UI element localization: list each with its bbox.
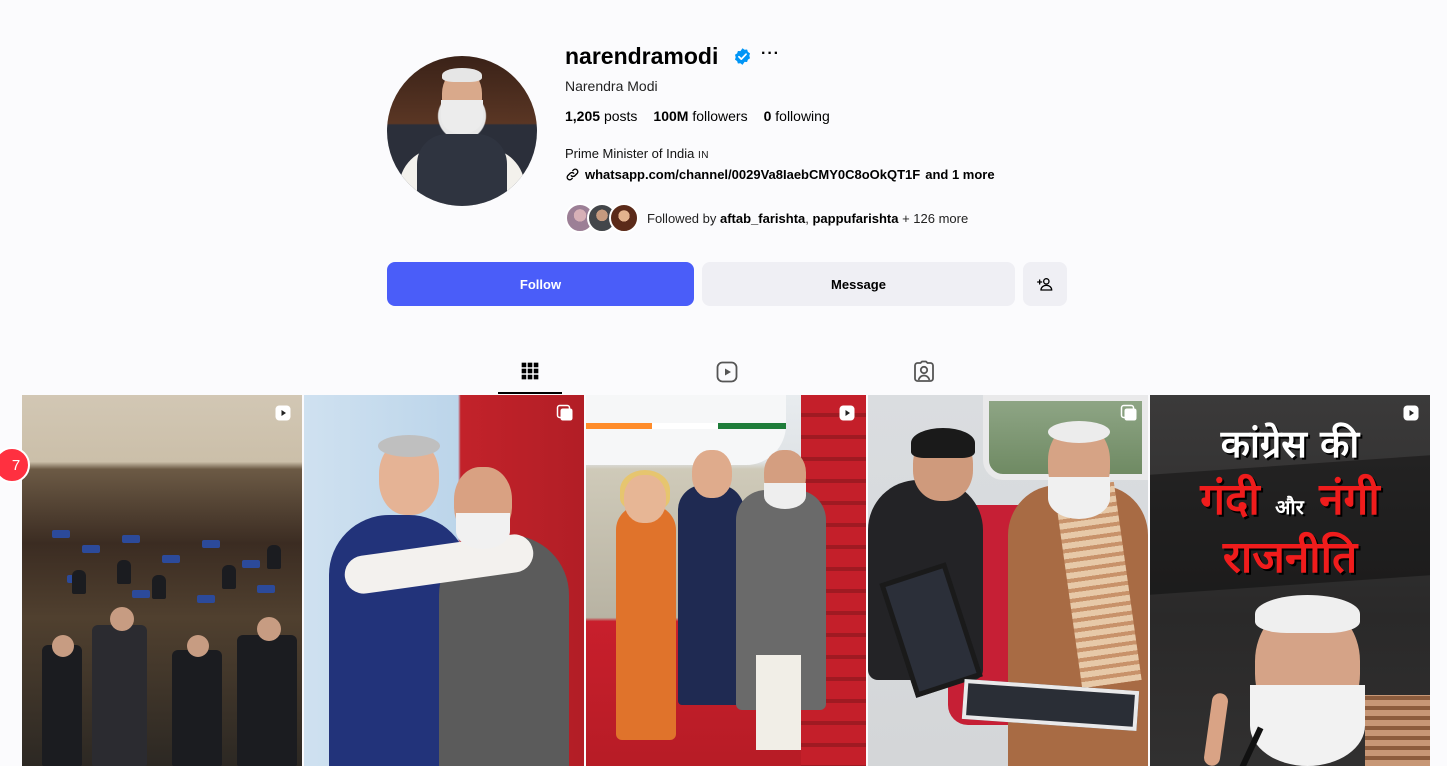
following-count[interactable]: 0 following xyxy=(764,108,830,124)
follow-button[interactable]: Follow xyxy=(387,262,694,306)
followed-by-row[interactable]: Followed by aftab_farishta, pappufarisht… xyxy=(565,203,968,233)
post-thumbnail[interactable] xyxy=(868,395,1148,766)
grid-icon xyxy=(521,362,539,380)
profile-username: narendramodi xyxy=(565,43,719,69)
more-options-icon[interactable]: ··· xyxy=(761,45,780,63)
follower-avatar xyxy=(609,203,639,233)
profile-full-name: Narendra Modi xyxy=(565,78,658,94)
reels-icon xyxy=(716,361,738,383)
link-icon xyxy=(566,168,579,181)
profile-page: narendramodi ··· Narendra Modi 1,205 pos… xyxy=(0,0,1447,766)
india-flag-icon: IN xyxy=(697,150,709,161)
post-thumbnail[interactable]: कांग्रेस की गंदी और नंगी राजनीति xyxy=(1150,395,1430,766)
link-more[interactable]: and 1 more xyxy=(925,167,994,182)
add-person-icon xyxy=(1037,278,1053,291)
post-thumbnail[interactable] xyxy=(304,395,584,766)
message-button[interactable]: Message xyxy=(702,262,1015,306)
suggest-similar-button[interactable] xyxy=(1023,262,1067,306)
post-overlay-text: गंदी और नंगी xyxy=(1200,474,1380,525)
reel-badge-icon xyxy=(1403,405,1419,421)
verified-badge-icon xyxy=(734,48,751,65)
followed-by-text: Followed by aftab_farishta, pappufarisht… xyxy=(647,210,969,226)
post-overlay-text: कांग्रेस की xyxy=(1220,422,1360,466)
carousel-badge-icon xyxy=(556,404,573,421)
tab-tagged[interactable] xyxy=(892,350,956,394)
followers-count[interactable]: 100M followers xyxy=(653,108,747,124)
link-text[interactable]: whatsapp.com/channel/0029Va8IaebCMY0C8oO… xyxy=(585,167,920,182)
post-overlay-text: राजनीति xyxy=(1222,532,1358,583)
tab-reels[interactable] xyxy=(695,350,759,394)
profile-tabs xyxy=(0,350,1447,394)
tab-posts[interactable] xyxy=(498,350,562,394)
profile-avatar[interactable] xyxy=(387,56,537,206)
carousel-badge-icon xyxy=(1120,404,1137,421)
profile-stats: 1,205 posts 100M followers 0 following xyxy=(565,108,830,124)
profile-bio: Prime Minister of India IN xyxy=(565,146,709,161)
posts-grid: कांग्रेस की गंदी और नंगी राजनीति xyxy=(22,395,1430,766)
reel-badge-icon xyxy=(839,405,855,421)
post-thumbnail[interactable] xyxy=(586,395,866,766)
profile-link[interactable]: whatsapp.com/channel/0029Va8IaebCMY0C8oO… xyxy=(565,167,995,182)
post-thumbnail[interactable] xyxy=(22,395,302,766)
posts-count: 1,205 posts xyxy=(565,108,638,124)
tagged-icon xyxy=(914,360,934,382)
reel-badge-icon xyxy=(275,405,291,421)
